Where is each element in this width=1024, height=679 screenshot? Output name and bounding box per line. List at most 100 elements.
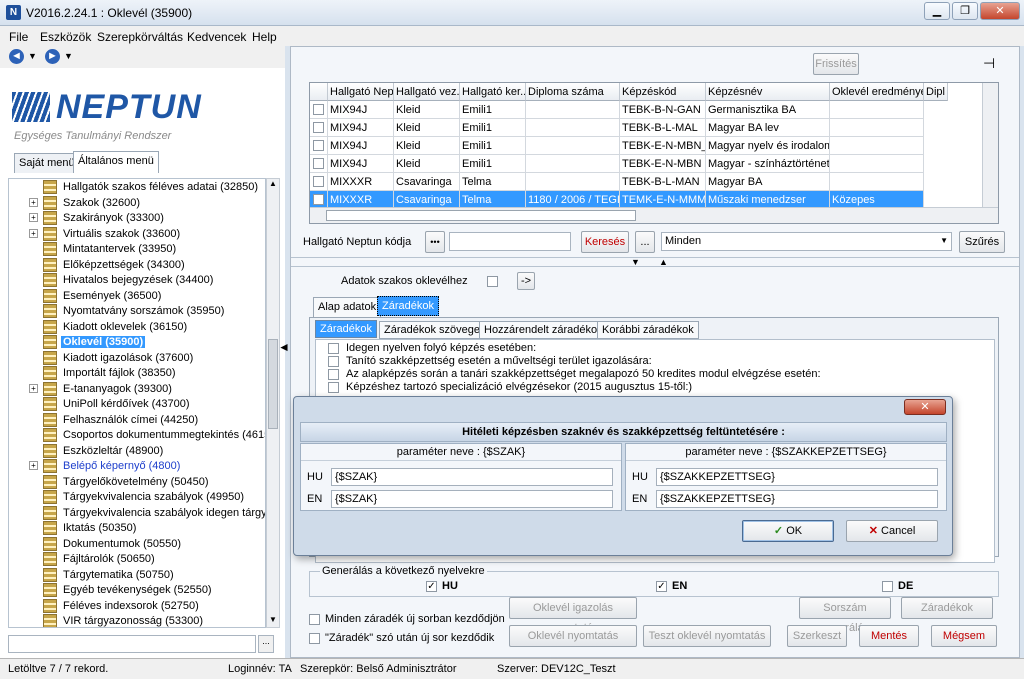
row-select-cell[interactable] bbox=[310, 101, 328, 119]
neptun-code-input[interactable] bbox=[449, 232, 571, 251]
splitter-down-icon[interactable]: ▼ bbox=[631, 257, 640, 267]
tree-item[interactable]: Egyéb tevékenységek (52550) bbox=[9, 582, 265, 599]
tree-item[interactable]: Csoportos dokumentummegtekintés (46150) bbox=[9, 427, 265, 444]
subtab-hozzarendelt[interactable]: Hozzárendelt záradékok bbox=[479, 321, 608, 339]
search-ellipsis-button[interactable]: ... bbox=[635, 231, 655, 253]
forward-icon[interactable]: ► bbox=[45, 49, 60, 64]
tree-item[interactable]: Importált fájlok (38350) bbox=[9, 365, 265, 382]
szakkepzettseg-hu-input[interactable]: {$SZAKKEPZETTSEG} bbox=[656, 468, 938, 486]
tree-item[interactable]: Fájltárolók (50650) bbox=[9, 551, 265, 568]
grid-vertical-scrollbar[interactable] bbox=[982, 83, 998, 207]
tree-item[interactable]: Dokumentumok (50550) bbox=[9, 536, 265, 553]
tree-item[interactable]: Eszközleltár (48900) bbox=[9, 443, 265, 460]
menu-kedvencek[interactable]: Kedvencek bbox=[187, 30, 246, 44]
cancel-button[interactable]: Mégsem bbox=[931, 625, 997, 647]
tree-item[interactable]: + Szakok (32600) bbox=[9, 195, 265, 212]
oklevel-arrow-button[interactable]: -> bbox=[517, 272, 535, 290]
tree-item[interactable]: Események (36500) bbox=[9, 288, 265, 305]
grid-column-header[interactable]: Diploma száma bbox=[526, 83, 620, 101]
edit-button[interactable]: Szerkeszt bbox=[787, 625, 847, 647]
row-select-cell[interactable] bbox=[310, 173, 328, 191]
back-dropdown-icon[interactable]: ▼ bbox=[28, 51, 37, 61]
search-button[interactable]: Keresés bbox=[581, 231, 629, 253]
tree-item[interactable]: Tárgytematika (50750) bbox=[9, 567, 265, 584]
grid-column-header[interactable]: Hallgató vez... bbox=[394, 83, 460, 101]
pin-icon[interactable]: ⊣ bbox=[983, 55, 995, 72]
filter-button[interactable]: Szűrés bbox=[959, 231, 1005, 253]
row-select-cell[interactable] bbox=[310, 155, 328, 173]
lang-hu-checkbox[interactable]: ✓ bbox=[426, 581, 437, 592]
lang-de-checkbox[interactable] bbox=[882, 581, 893, 592]
row-checkbox[interactable] bbox=[313, 104, 324, 115]
grid-column-header[interactable]: Oklevél eredménye bbox=[830, 83, 924, 101]
tree-item[interactable]: + E-tananyagok (39300) bbox=[9, 381, 265, 398]
row-checkbox[interactable] bbox=[313, 158, 324, 169]
tree-item[interactable]: Tárgyekvivalencia szabályok (49950) bbox=[9, 489, 265, 506]
szak-hu-input[interactable]: {$SZAK} bbox=[331, 468, 613, 486]
clause-checkbox[interactable] bbox=[328, 343, 339, 354]
tree-item[interactable]: VIR tárgyazonosság (53300) bbox=[9, 613, 265, 627]
tree-item[interactable]: Iktatás (50350) bbox=[9, 520, 265, 537]
tab-altalanos-menu[interactable]: Általános menü bbox=[73, 151, 159, 173]
oklevel-checkbox[interactable] bbox=[487, 276, 498, 287]
grid-column-header[interactable]: Hallgató Nept... bbox=[328, 83, 394, 101]
grid-column-header[interactable]: Dipl bbox=[924, 83, 948, 101]
menu-search-button[interactable]: ... bbox=[258, 635, 274, 653]
expand-icon[interactable]: + bbox=[29, 213, 38, 222]
forward-dropdown-icon[interactable]: ▼ bbox=[64, 51, 73, 61]
tree-item[interactable]: Hivatalos bejegyzések (34400) bbox=[9, 272, 265, 289]
tree-item[interactable]: + Belépő képernyő (4800) bbox=[9, 458, 265, 475]
expand-icon[interactable]: + bbox=[29, 383, 38, 393]
menu-eszkozok[interactable]: Eszközök bbox=[40, 30, 91, 44]
word-newline-checkbox[interactable] bbox=[309, 633, 320, 644]
subtab-zaradekok-szovege[interactable]: Záradékok szövege bbox=[379, 321, 485, 339]
clauses-button[interactable]: Záradékok bbox=[901, 597, 993, 619]
diploma-print-button[interactable]: Oklevél nyomtatás bbox=[509, 625, 637, 647]
tree-item[interactable]: Tárgyelőkövetelmény (50450) bbox=[9, 474, 265, 491]
serial-generate-button[interactable]: Sorszám generálás bbox=[799, 597, 891, 634]
tree-item[interactable]: Kiadott oklevelek (36150) bbox=[9, 319, 265, 336]
row-checkbox[interactable] bbox=[313, 140, 324, 151]
minimize-button[interactable]: ▁ bbox=[924, 2, 950, 20]
menu-szerepkorvaltas[interactable]: Szerepkörváltás bbox=[97, 30, 183, 44]
row-checkbox[interactable] bbox=[313, 194, 324, 205]
collapse-panel-icon[interactable]: ◄ bbox=[278, 340, 290, 362]
grid-column-header[interactable]: Képzésnév bbox=[706, 83, 830, 101]
test-print-button[interactable]: Teszt oklevél nyomtatás bbox=[643, 625, 771, 647]
menu-search-input[interactable] bbox=[8, 635, 256, 653]
expand-icon[interactable]: + bbox=[29, 197, 38, 207]
expand-icon[interactable]: + bbox=[29, 461, 38, 470]
tree-item[interactable]: Hallgatók szakos féléves adatai (32850) bbox=[9, 179, 265, 196]
dialog-cancel-button[interactable]: ✕ Cancel bbox=[846, 520, 938, 542]
tree-item[interactable]: Oklevél (35900) bbox=[9, 334, 265, 351]
grid-column-header[interactable]: Képzéskód bbox=[620, 83, 706, 101]
clause-checkbox[interactable] bbox=[328, 356, 339, 367]
clause-checkbox[interactable] bbox=[328, 369, 339, 380]
dots-button[interactable]: ••• bbox=[425, 231, 445, 253]
row-checkbox[interactable] bbox=[313, 122, 324, 133]
splitter[interactable]: ▼ ▲ bbox=[291, 257, 1019, 267]
grid-horizontal-scrollbar[interactable] bbox=[310, 207, 998, 223]
cert-print-button[interactable]: Oklevél igazolás nyomtatás bbox=[509, 597, 637, 634]
szakkepzettseg-en-input[interactable]: {$SZAKKEPZETTSEG} bbox=[656, 490, 938, 508]
filter-select[interactable]: Minden ▼ bbox=[661, 232, 952, 251]
scroll-up-icon[interactable]: ▲ bbox=[267, 179, 279, 191]
row-select-cell[interactable] bbox=[310, 137, 328, 155]
tree-item[interactable]: Mintatantervek (33950) bbox=[9, 241, 265, 258]
close-button[interactable]: ✕ bbox=[980, 2, 1020, 20]
save-button[interactable]: Mentés bbox=[859, 625, 919, 647]
lang-en-checkbox[interactable]: ✓ bbox=[656, 581, 667, 592]
row-select-cell[interactable] bbox=[310, 119, 328, 137]
tree-item[interactable]: Előképzettségek (34300) bbox=[9, 257, 265, 274]
menu-file[interactable]: File bbox=[9, 30, 28, 44]
tab-alap-adatok[interactable]: Alap adatok bbox=[313, 297, 382, 317]
tree-item[interactable]: + Szakirányok (33300) bbox=[9, 210, 265, 227]
menu-help[interactable]: Help bbox=[252, 30, 277, 44]
tab-sajat-menu[interactable]: Saját menü bbox=[14, 153, 80, 173]
scroll-thumb[interactable] bbox=[268, 339, 278, 429]
tree-vertical-scrollbar[interactable]: ▲ ▼ bbox=[266, 178, 280, 628]
dialog-close-icon[interactable]: ✕ bbox=[904, 399, 946, 415]
subtab-zaradekok[interactable]: Záradékok bbox=[315, 320, 377, 338]
tree-item[interactable]: Nyomtatvány sorszámok (35950) bbox=[9, 303, 265, 320]
tree-item[interactable]: Kiadott igazolások (37600) bbox=[9, 350, 265, 367]
